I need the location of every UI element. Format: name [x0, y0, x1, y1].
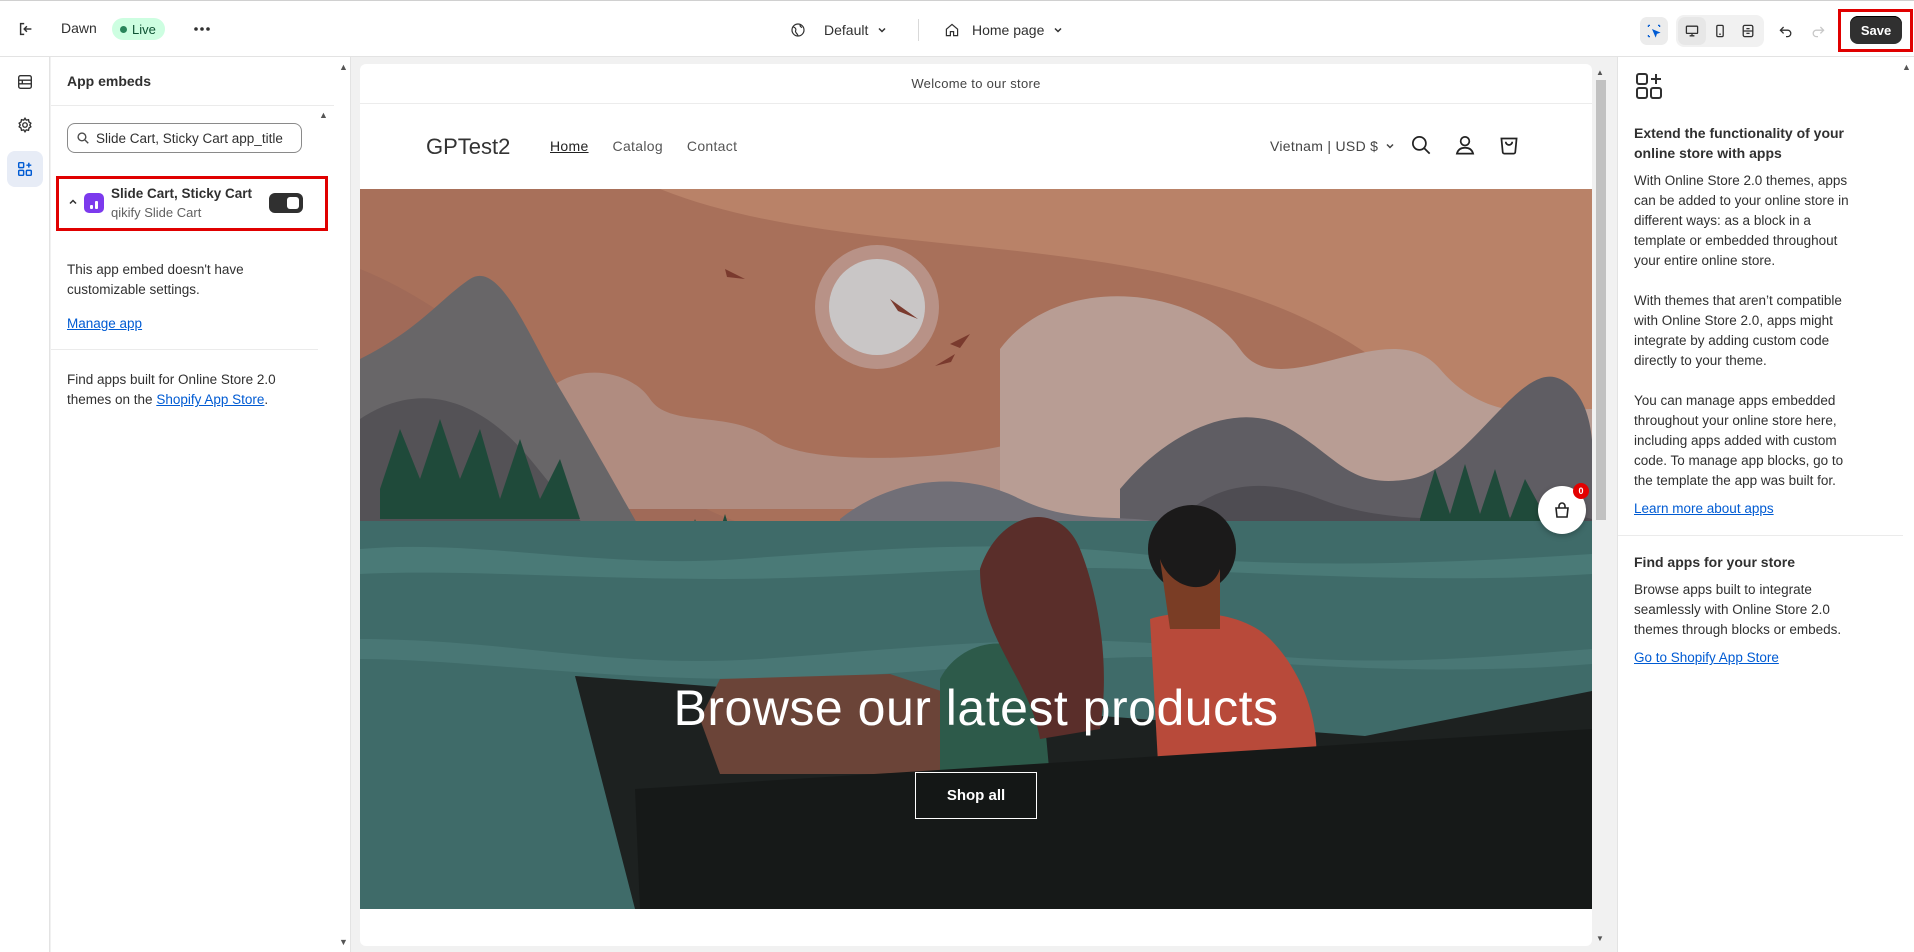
status-badge: Live: [112, 18, 165, 40]
floating-cart-button[interactable]: 0: [1538, 483, 1589, 534]
exit-icon[interactable]: [14, 17, 38, 41]
shop-all-button[interactable]: Shop all: [915, 772, 1037, 819]
save-highlight-box: [1838, 9, 1913, 52]
shopify-app-store-link[interactable]: Shopify App Store: [156, 392, 264, 407]
go-to-app-store-link[interactable]: Go to Shopify App Store: [1634, 650, 1779, 665]
template-label: Default: [824, 22, 869, 38]
undo-icon[interactable]: [1772, 17, 1800, 45]
divider: [1618, 535, 1903, 536]
shopping-bag-icon: [1555, 502, 1569, 518]
info-heading: Extend the functionality of your online …: [1634, 125, 1845, 161]
hero-title: Browse our latest products: [673, 680, 1279, 736]
status-badge-label: Live: [132, 21, 156, 37]
app-embeds-panel: App embeds ▲ ▲ Slide Cart, Sticky Cart a…: [51, 57, 351, 952]
home-icon: [945, 23, 959, 37]
redo-icon[interactable]: [1804, 17, 1832, 45]
sections-icon[interactable]: [7, 64, 43, 100]
app-search-input[interactable]: Slide Cart, Sticky Cart app_title: [67, 123, 302, 153]
learn-more-apps-link[interactable]: Learn more about apps: [1634, 501, 1774, 516]
top-bar: Dawn Live Default Home page Save: [0, 0, 1914, 57]
info-paragraph-2: With themes that aren’t compatible with …: [1634, 293, 1842, 368]
inspector-tool-icon[interactable]: [1640, 17, 1668, 45]
nav-contact[interactable]: Contact: [687, 138, 737, 154]
panel-scroll-down-icon[interactable]: ▼: [339, 937, 348, 947]
find-apps-text: Find apps built for Online Store 2.0 the…: [67, 370, 307, 410]
panel-title: App embeds: [67, 73, 152, 89]
template-selector[interactable]: Default: [790, 17, 888, 43]
hero-banner: Browse our latest products Shop all: [360, 189, 1592, 909]
app-embed-item[interactable]: Slide Cart, Sticky Cart qikify Slide Car…: [56, 176, 328, 231]
locale-label: Vietnam | USD $: [1270, 138, 1379, 154]
store-preview: Welcome to our store GPTest2 Home Catalo…: [360, 64, 1592, 946]
chevron-down-icon: [1386, 143, 1394, 149]
app-embeds-icon[interactable]: [7, 151, 43, 187]
fullscreen-view-icon[interactable]: [1734, 17, 1762, 45]
app-embeds-info-panel: ▲ Extend the functionality of your onlin…: [1617, 57, 1914, 952]
globe-icon: [791, 23, 805, 37]
divider: [918, 19, 919, 41]
store-nav: Home Catalog Contact: [550, 138, 737, 154]
find-apps-paragraph: Browse apps built to integrate seamlessl…: [1634, 582, 1842, 637]
page-label: Home page: [972, 22, 1045, 38]
status-dot-icon: [120, 25, 127, 33]
chevron-down-icon: [878, 27, 886, 33]
divider: [51, 105, 334, 106]
scroll-down-icon[interactable]: ▼: [1596, 934, 1604, 943]
list-scroll-up-icon[interactable]: ▲: [319, 110, 328, 120]
embed-note: This app embed doesn't have customizable…: [67, 262, 244, 297]
theme-settings-gear-icon[interactable]: [7, 107, 43, 143]
info-paragraph-3: You can manage apps embedded throughout …: [1634, 393, 1844, 488]
find-apps-suffix: .: [264, 392, 269, 407]
store-logo[interactable]: GPTest2: [426, 134, 510, 160]
search-value: Slide Cart, Sticky Cart app_title: [96, 130, 283, 146]
editor-sidebar-rail: [0, 57, 50, 952]
search-icon[interactable]: [1408, 132, 1434, 158]
desktop-view-icon[interactable]: [1678, 17, 1706, 45]
announcement-bar: Welcome to our store: [360, 64, 1592, 104]
preview-scrollbar[interactable]: ▲ ▼: [1595, 68, 1607, 946]
app-embed-highlight-box: [56, 176, 328, 231]
divider: [51, 349, 318, 350]
panel-scroll-up-icon[interactable]: ▲: [339, 62, 348, 72]
more-actions-icon[interactable]: [190, 17, 214, 41]
scrollbar-thumb[interactable]: [1596, 80, 1606, 520]
search-icon: [77, 132, 89, 144]
cart-icon[interactable]: [1496, 132, 1522, 158]
nav-catalog[interactable]: Catalog: [613, 138, 663, 154]
info-paragraph-1: With Online Store 2.0 themes, apps can b…: [1634, 173, 1849, 268]
manage-app-link[interactable]: Manage app: [67, 316, 142, 331]
nav-home[interactable]: Home: [550, 138, 589, 154]
page-selector[interactable]: Home page: [944, 17, 1064, 43]
apps-icon: [1634, 71, 1664, 106]
mobile-view-icon[interactable]: [1706, 17, 1734, 45]
locale-selector[interactable]: Vietnam | USD $: [1270, 138, 1396, 154]
chevron-down-icon: [1054, 27, 1062, 33]
device-switcher: [1676, 15, 1764, 47]
theme-name: Dawn: [61, 20, 97, 36]
account-icon[interactable]: [1452, 132, 1478, 158]
panel-scroll-up-icon[interactable]: ▲: [1902, 62, 1911, 72]
find-apps-heading: Find apps for your store: [1634, 554, 1796, 570]
cart-count-badge: 0: [1573, 483, 1589, 499]
editor-tools: [1640, 15, 1832, 47]
scroll-up-icon[interactable]: ▲: [1596, 68, 1604, 77]
header-icons: [1408, 132, 1522, 158]
